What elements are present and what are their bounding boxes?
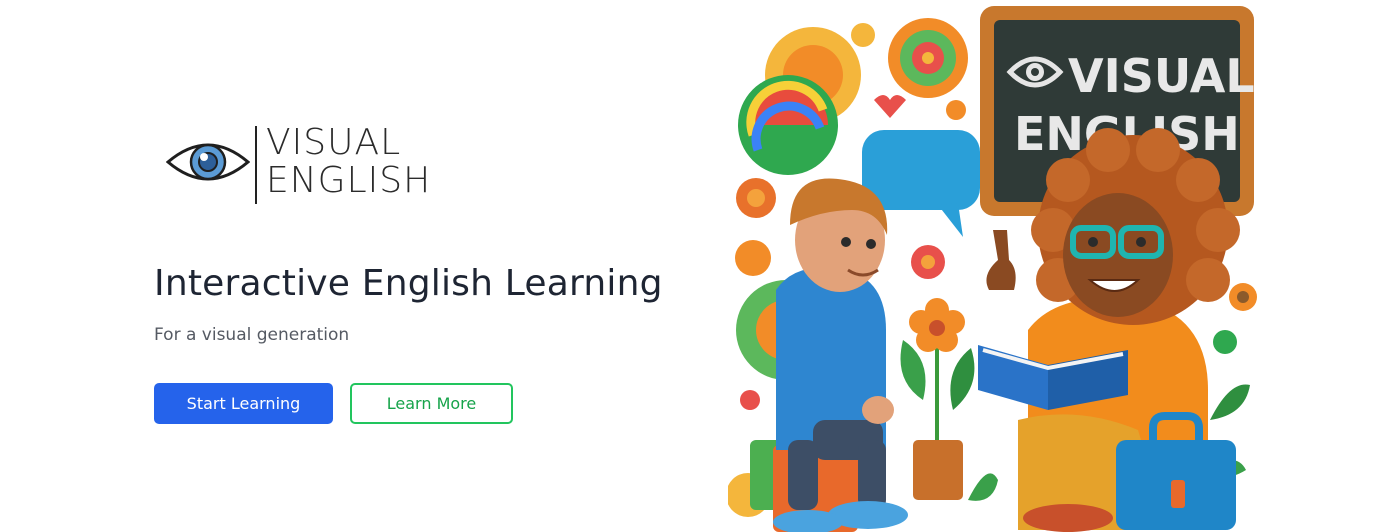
hero-subtitle: For a visual generation	[154, 325, 350, 345]
logo-wordmark: VISUAL ENGLISH	[266, 124, 431, 200]
hero-title: Interactive English Learning	[154, 263, 663, 304]
board-line-1: VISUAL	[1068, 49, 1255, 103]
learn-more-button[interactable]: Learn More	[350, 383, 513, 424]
hero-illustration: VISUAL ENGLISH	[728, 6, 1257, 532]
eye-icon	[166, 143, 250, 181]
logo-divider	[255, 126, 257, 204]
brand-logo[interactable]: VISUAL ENGLISH	[166, 124, 466, 208]
logo-line-2: ENGLISH	[266, 160, 432, 201]
logo-line-1: VISUAL	[266, 122, 402, 163]
start-learning-button[interactable]: Start Learning	[154, 383, 333, 424]
